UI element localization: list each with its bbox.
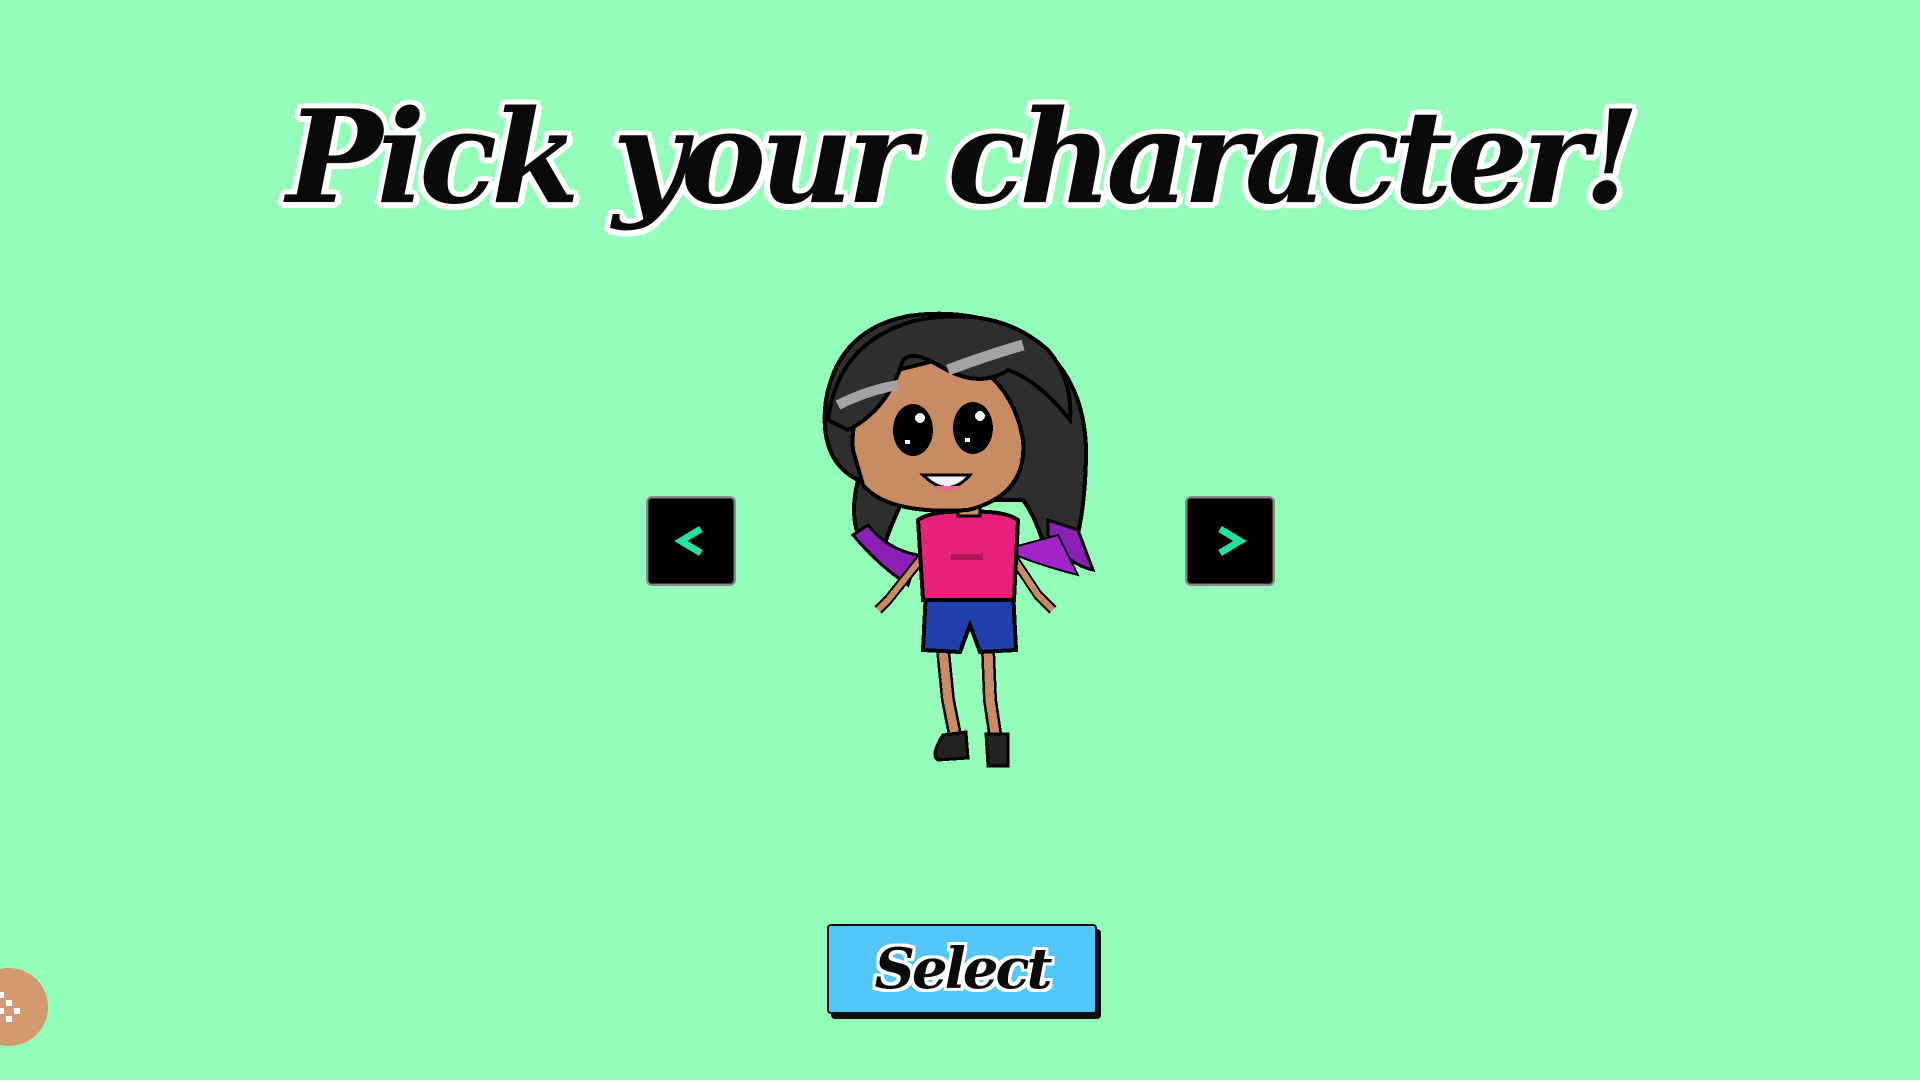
dice-icon	[0, 992, 20, 1022]
select-button-label: Select	[874, 936, 1053, 1002]
select-button[interactable]: Select	[827, 924, 1097, 1014]
chevron-right-icon	[1218, 525, 1247, 557]
corner-menu-button[interactable]	[0, 968, 48, 1046]
chevron-left-icon	[674, 525, 703, 557]
character-sprite	[822, 311, 1096, 768]
next-character-button[interactable]	[1185, 496, 1275, 586]
previous-character-button[interactable]	[646, 496, 736, 586]
page-title: Pick your character!	[286, 83, 1639, 233]
